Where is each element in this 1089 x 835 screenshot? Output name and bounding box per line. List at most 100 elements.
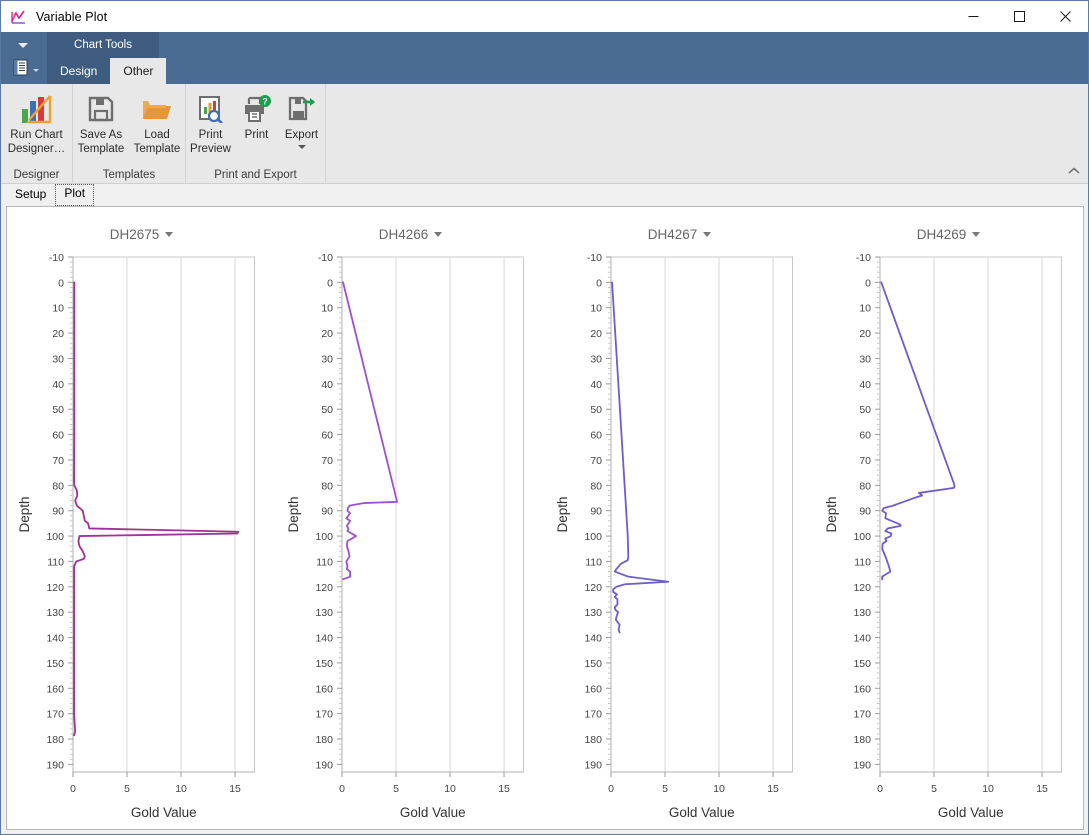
y-tick-label: 100 xyxy=(853,531,871,543)
y-tick-label: 160 xyxy=(853,683,871,695)
maximize-button[interactable] xyxy=(996,1,1042,32)
ribbon-tabs: Design Other xyxy=(47,58,166,84)
y-tick-label: 80 xyxy=(52,480,64,492)
y-tick-label: 150 xyxy=(315,658,333,670)
run-chart-designer-button[interactable]: Run Chart Designer… xyxy=(5,90,69,156)
y-tick-label: 170 xyxy=(46,709,64,721)
minimize-button[interactable] xyxy=(950,1,996,32)
chart-cell-dh4269: DH4269-100102030405060708090100110120130… xyxy=(814,207,1083,829)
y-tick-label: 140 xyxy=(584,633,602,645)
load-template-button[interactable]: Load Template xyxy=(129,90,185,156)
document-menu-icon[interactable] xyxy=(13,59,39,76)
open-folder-icon xyxy=(142,92,172,126)
ribbon-group-label-print-export: Print and Export xyxy=(186,167,325,184)
y-tick-label: 50 xyxy=(590,404,602,416)
y-tick-label: 100 xyxy=(315,531,333,543)
export-label: Export xyxy=(285,129,318,141)
x-tick-label: 0 xyxy=(608,783,614,795)
y-tick-label: 40 xyxy=(321,379,333,391)
quick-access-toolbar xyxy=(1,32,47,84)
chevron-up-icon[interactable] xyxy=(1066,164,1082,178)
ribbon-body: Run Chart Designer… Designer xyxy=(1,84,1088,184)
y-tick-label: -10 xyxy=(318,252,333,264)
chevron-down-icon[interactable] xyxy=(18,43,28,48)
y-tick-label: -10 xyxy=(856,252,871,264)
y-tick-label: 180 xyxy=(46,734,64,746)
y-tick-label: 70 xyxy=(52,455,64,467)
y-tick-label: 110 xyxy=(854,556,871,568)
y-tick-label: 90 xyxy=(859,506,871,518)
y-tick-label: 150 xyxy=(584,658,602,670)
y-tick-label: 20 xyxy=(590,328,602,340)
y-tick-label: 60 xyxy=(52,430,64,442)
y-tick-label: 150 xyxy=(853,658,871,670)
y-tick-label: 60 xyxy=(590,430,602,442)
save-as-template-button[interactable]: Save As Template xyxy=(73,90,129,156)
y-tick-label: 0 xyxy=(327,277,333,289)
plot-panel: DH2675-100102030405060708090100110120130… xyxy=(6,206,1084,830)
title-bar: Variable Plot xyxy=(1,1,1088,32)
chart-plot-area: -100102030405060708090100110120130140150… xyxy=(7,207,277,829)
export-button[interactable]: Export xyxy=(279,90,325,149)
contextual-tab-header: Chart Tools xyxy=(47,32,159,58)
y-tick-label: 30 xyxy=(321,353,333,365)
ribbon-tab-strip: Chart Tools Design Other xyxy=(1,32,1088,84)
ribbon-group-designer: Run Chart Designer… Designer xyxy=(1,84,73,184)
y-tick-label: 120 xyxy=(46,582,64,594)
x-tick-label: 0 xyxy=(70,783,76,795)
ribbon-group-print-export: Print Preview ? xyxy=(186,84,326,184)
y-tick-label: 10 xyxy=(52,303,64,315)
y-tick-label: 120 xyxy=(584,582,602,594)
export-icon xyxy=(287,92,317,126)
save-as-template-label-line1: Save As xyxy=(80,129,122,141)
y-axis-label: Depth xyxy=(555,496,570,532)
y-tick-label: 190 xyxy=(315,759,333,771)
y-tick-label: 130 xyxy=(46,607,64,619)
x-tick-label: 10 xyxy=(175,783,187,795)
ribbon-filler xyxy=(326,84,1088,184)
x-axis-label: Gold Value xyxy=(400,805,466,820)
chevron-down-icon[interactable] xyxy=(298,145,306,149)
tab-design[interactable]: Design xyxy=(47,58,110,84)
y-tick-label: 140 xyxy=(315,633,333,645)
y-tick-label: 110 xyxy=(585,556,602,568)
y-tick-label: 180 xyxy=(584,734,602,746)
close-button[interactable] xyxy=(1042,1,1088,32)
print-preview-button[interactable]: Print Preview xyxy=(187,90,235,156)
print-preview-label-line2: Preview xyxy=(190,143,231,155)
y-tick-label: 120 xyxy=(853,582,871,594)
y-axis-label: Depth xyxy=(17,496,32,532)
load-template-label-line1: Load xyxy=(144,129,170,141)
y-tick-label: 160 xyxy=(315,683,333,695)
y-tick-label: 40 xyxy=(52,379,64,391)
print-preview-icon xyxy=(197,92,225,126)
y-axis-label: Depth xyxy=(286,496,301,532)
x-tick-label: 5 xyxy=(393,783,399,795)
y-tick-label: 10 xyxy=(321,303,333,315)
x-axis-label: Gold Value xyxy=(131,805,197,820)
x-tick-label: 10 xyxy=(982,783,994,795)
chart-grid: DH2675-100102030405060708090100110120130… xyxy=(7,207,1083,829)
y-tick-label: 90 xyxy=(321,506,333,518)
tab-plot[interactable]: Plot xyxy=(55,184,94,206)
y-tick-label: 190 xyxy=(46,759,64,771)
y-tick-label: 100 xyxy=(584,531,602,543)
y-tick-label: -10 xyxy=(49,252,64,264)
y-tick-label: 170 xyxy=(315,709,333,721)
save-floppy-icon xyxy=(87,92,115,126)
print-button[interactable]: ? Print xyxy=(235,90,279,143)
y-tick-label: 110 xyxy=(47,556,64,568)
tab-setup[interactable]: Setup xyxy=(6,185,55,205)
y-tick-label: 130 xyxy=(853,607,871,619)
chart-plot-area: -100102030405060708090100110120130140150… xyxy=(276,207,546,829)
y-tick-label: 120 xyxy=(315,582,333,594)
y-tick-label: 190 xyxy=(584,759,602,771)
tab-other[interactable]: Other xyxy=(110,58,166,84)
ribbon-tabs-filler xyxy=(47,32,1088,84)
run-chart-designer-label-line2: Designer… xyxy=(8,143,66,155)
ribbon-group-label-templates: Templates xyxy=(73,167,185,184)
y-tick-label: 50 xyxy=(859,404,871,416)
y-tick-label: 60 xyxy=(321,430,333,442)
y-tick-label: 180 xyxy=(315,734,333,746)
x-tick-label: 5 xyxy=(124,783,130,795)
